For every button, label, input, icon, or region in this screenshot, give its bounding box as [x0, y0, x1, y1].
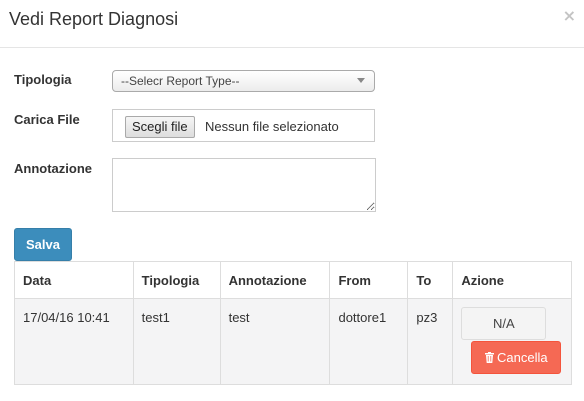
- cell-from: dottore1: [329, 298, 409, 385]
- cell-azione: N/A Cancella: [452, 298, 572, 385]
- header-from: From: [329, 261, 409, 299]
- header-to: To: [407, 261, 454, 299]
- cell-data: 17/04/16 10:41: [14, 298, 134, 385]
- carica-file-label: Carica File: [14, 112, 80, 127]
- choose-file-button[interactable]: Scegli file: [125, 116, 195, 138]
- chevron-down-icon: [357, 78, 365, 83]
- save-button[interactable]: Salva: [14, 228, 72, 261]
- table-header-row: Data Tipologia Annotazione From To Azion…: [14, 261, 572, 299]
- cell-tipologia: test1: [132, 298, 221, 385]
- na-button[interactable]: N/A: [461, 307, 547, 340]
- modal-title: Vedi Report Diagnosi: [9, 9, 179, 29]
- header-azione: Azione: [452, 261, 572, 299]
- table-row: 17/04/16 10:41 test1 test dottore1 pz3 N…: [14, 298, 572, 385]
- cell-to: pz3: [407, 298, 454, 385]
- annotazione-textarea[interactable]: [112, 158, 376, 212]
- delete-button-label: Cancella: [497, 350, 548, 365]
- file-status: Nessun file selezionato: [205, 119, 339, 134]
- file-input[interactable]: Scegli file Nessun file selezionato: [112, 109, 375, 142]
- cell-annotazione: test: [219, 298, 331, 385]
- header-data: Data: [14, 261, 134, 299]
- tipologia-select[interactable]: --Selecr Report Type--: [112, 70, 375, 92]
- delete-button[interactable]: Cancella: [471, 341, 562, 374]
- header-tipologia: Tipologia: [132, 261, 221, 299]
- tipologia-selected-value: --Selecr Report Type--: [121, 74, 240, 88]
- tipologia-label: Tipologia: [14, 72, 72, 87]
- header-annotazione: Annotazione: [219, 261, 331, 299]
- trash-icon: [485, 352, 495, 363]
- report-table: Data Tipologia Annotazione From To Azion…: [14, 261, 572, 385]
- modal-header: Vedi Report Diagnosi ×: [0, 0, 584, 48]
- annotazione-label: Annotazione: [14, 161, 92, 176]
- close-icon[interactable]: ×: [563, 8, 576, 24]
